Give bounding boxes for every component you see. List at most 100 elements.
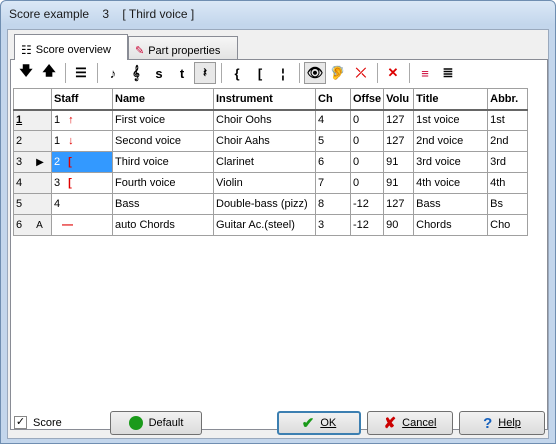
barline-icon[interactable]: ¦ bbox=[272, 62, 294, 84]
name-cell[interactable]: Bass bbox=[112, 193, 214, 215]
delete-icon[interactable]: ✕ bbox=[382, 62, 404, 84]
name-cell[interactable]: First voice bbox=[112, 109, 214, 131]
instrument-cell[interactable]: Guitar Ac.(steel) bbox=[213, 214, 316, 236]
help-button[interactable]: ? Help bbox=[459, 411, 545, 435]
ch-cell[interactable]: 7 bbox=[315, 172, 351, 194]
table-row[interactable]: 3 ▶ 2[Third voice Clarinet 6 0 91 3rd voice 3rd bbox=[13, 151, 529, 173]
ch-cell[interactable]: 8 bbox=[315, 193, 351, 215]
staff-lines-icon[interactable]: ≣ bbox=[437, 62, 459, 84]
ch-cell[interactable]: 4 bbox=[315, 109, 351, 131]
column-header[interactable]: Name bbox=[112, 88, 214, 111]
vol-cell[interactable]: 91 bbox=[383, 172, 415, 194]
name-cell[interactable]: Third voice bbox=[112, 151, 214, 173]
default-button[interactable]: Default bbox=[110, 411, 202, 435]
abbr-cell[interactable]: 3rd bbox=[487, 151, 529, 173]
row-header[interactable]: 2 bbox=[13, 130, 52, 152]
table-row[interactable]: 5 4 Bass Double-bass (pizz) 8 -12 127 Bass Bs bbox=[13, 193, 529, 215]
clef-icon[interactable]: 𝄞 bbox=[125, 62, 147, 84]
row-header[interactable]: 6A bbox=[13, 214, 52, 236]
cancel-button[interactable]: ✘ Cancel bbox=[367, 411, 453, 435]
instrument-cell[interactable]: Violin bbox=[213, 172, 316, 194]
column-header[interactable]: Ch bbox=[315, 88, 351, 111]
offset-cell[interactable]: 0 bbox=[349, 151, 385, 173]
column-header[interactable]: Abbr. bbox=[487, 88, 529, 111]
ch-cell[interactable]: 6 bbox=[315, 151, 351, 173]
vol-cell[interactable]: 91 bbox=[383, 151, 415, 173]
table-row[interactable]: 4 3[Fourth voice Violin 7 0 91 4th voice 4th bbox=[13, 172, 529, 194]
offset-cell[interactable]: 0 bbox=[349, 130, 385, 152]
mute-icon[interactable]: ⤫ bbox=[350, 62, 372, 84]
tab-score-overview[interactable]: ☷ Score overview bbox=[14, 34, 128, 60]
rest-icon[interactable]: 𝄽 bbox=[194, 62, 216, 84]
title-cell[interactable]: Bass bbox=[413, 193, 489, 215]
title-cell[interactable]: 1st voice bbox=[413, 109, 489, 131]
bracket-icon[interactable]: [ bbox=[249, 62, 271, 84]
s-label[interactable]: s bbox=[148, 62, 170, 84]
score-checkbox[interactable]: ✓ Score bbox=[14, 416, 62, 429]
staff-cell[interactable]: — bbox=[51, 214, 113, 236]
score-checkbox-label: Score bbox=[33, 416, 62, 429]
staff-cell[interactable]: 4 bbox=[51, 193, 113, 215]
column-header[interactable]: Staff bbox=[51, 88, 113, 111]
table-row[interactable]: 6 A — auto Chords Guitar Ac.(steel) 3 -12 90 Cho… bbox=[13, 214, 529, 236]
staff-cell[interactable]: 2[ bbox=[51, 151, 113, 173]
name-cell[interactable]: Fourth voice bbox=[112, 172, 214, 194]
name-cell[interactable]: Second voice bbox=[112, 130, 214, 152]
row-header[interactable]: 3 ▶ bbox=[13, 151, 52, 173]
move-down-icon[interactable]: 🡇 bbox=[15, 62, 37, 84]
vol-cell[interactable]: 90 bbox=[383, 214, 415, 236]
row-number: 4 bbox=[16, 177, 23, 189]
staff-cell[interactable]: 3[ bbox=[51, 172, 113, 194]
staff-color-icon[interactable]: ≡ bbox=[414, 62, 436, 84]
offset-cell[interactable]: -12 bbox=[349, 214, 385, 236]
list-icon[interactable]: ☰ bbox=[70, 62, 92, 84]
title-cell[interactable]: 2nd voice bbox=[413, 130, 489, 152]
column-header[interactable]: Volu bbox=[383, 88, 415, 111]
table-row[interactable]: 2 1 ↓ Second voice Choir Aahs 5 0 127 2nd voice 2… bbox=[13, 130, 529, 152]
abbr-cell[interactable]: Cho bbox=[487, 214, 529, 236]
column-header[interactable]: Instrument bbox=[213, 88, 316, 111]
row-header[interactable]: 1 bbox=[13, 109, 52, 131]
ok-button[interactable]: ✔ OK bbox=[277, 411, 361, 435]
instrument-cell[interactable]: Choir Aahs bbox=[213, 130, 316, 152]
title-cell[interactable]: 4th voice bbox=[413, 172, 489, 194]
row-header[interactable]: 5 bbox=[13, 193, 52, 215]
staff-cell[interactable]: 1 ↓ bbox=[51, 130, 113, 152]
vol-cell[interactable]: 127 bbox=[383, 193, 415, 215]
abbr-cell[interactable]: Bs bbox=[487, 193, 529, 215]
vol-cell[interactable]: 127 bbox=[383, 109, 415, 131]
staff-cell[interactable]: 1 ↑ bbox=[51, 109, 113, 131]
offset-cell[interactable]: 0 bbox=[349, 172, 385, 194]
staff-number: 1 bbox=[54, 135, 61, 147]
note-icon[interactable]: ♪ bbox=[102, 62, 124, 84]
offset-cell[interactable]: 0 bbox=[349, 109, 385, 131]
offset-cell[interactable]: -12 bbox=[349, 193, 385, 215]
table-row[interactable]: 1 1 ↑ First voice Choir Oohs 4 0 127 1st voice 1s… bbox=[13, 109, 529, 131]
eye-icon[interactable]: 👁 bbox=[304, 62, 326, 84]
name-cell[interactable]: auto Chords bbox=[112, 214, 214, 236]
column-header[interactable]: Title bbox=[413, 88, 489, 111]
move-up-icon[interactable]: 🡅 bbox=[38, 62, 60, 84]
column-header[interactable]: Offse bbox=[349, 88, 385, 111]
score-overview-panel: 🡇 🡅 ☰ ♪ 𝄞 s t 𝄽 {[¦ 👁 🦻 ⤫ ✕ ≡ ≣ Staff Name Instrument Ch O… bbox=[10, 59, 548, 430]
tab-part-properties[interactable]: ✎ Part properties bbox=[128, 36, 238, 60]
ch-cell[interactable]: 3 bbox=[315, 214, 351, 236]
t-label[interactable]: t bbox=[171, 62, 193, 84]
abbr-cell[interactable]: 1st bbox=[487, 109, 529, 131]
brace-icon[interactable]: { bbox=[226, 62, 248, 84]
checkbox-box[interactable]: ✓ bbox=[14, 416, 27, 429]
ear-icon[interactable]: 🦻 bbox=[327, 62, 349, 84]
tab-label: Part properties bbox=[148, 44, 221, 57]
instrument-cell[interactable]: Double-bass (pizz) bbox=[213, 193, 316, 215]
vol-cell[interactable]: 127 bbox=[383, 130, 415, 152]
column-header[interactable] bbox=[13, 88, 52, 111]
title-cell[interactable]: Chords bbox=[413, 214, 489, 236]
title-cell[interactable]: 3rd voice bbox=[413, 151, 489, 173]
instrument-cell[interactable]: Choir Oohs bbox=[213, 109, 316, 131]
ch-cell[interactable]: 5 bbox=[315, 130, 351, 152]
abbr-cell[interactable]: 2nd bbox=[487, 130, 529, 152]
default-label: Default bbox=[148, 417, 184, 429]
row-header[interactable]: 4 bbox=[13, 172, 52, 194]
instrument-cell[interactable]: Clarinet bbox=[213, 151, 316, 173]
abbr-cell[interactable]: 4th bbox=[487, 172, 529, 194]
